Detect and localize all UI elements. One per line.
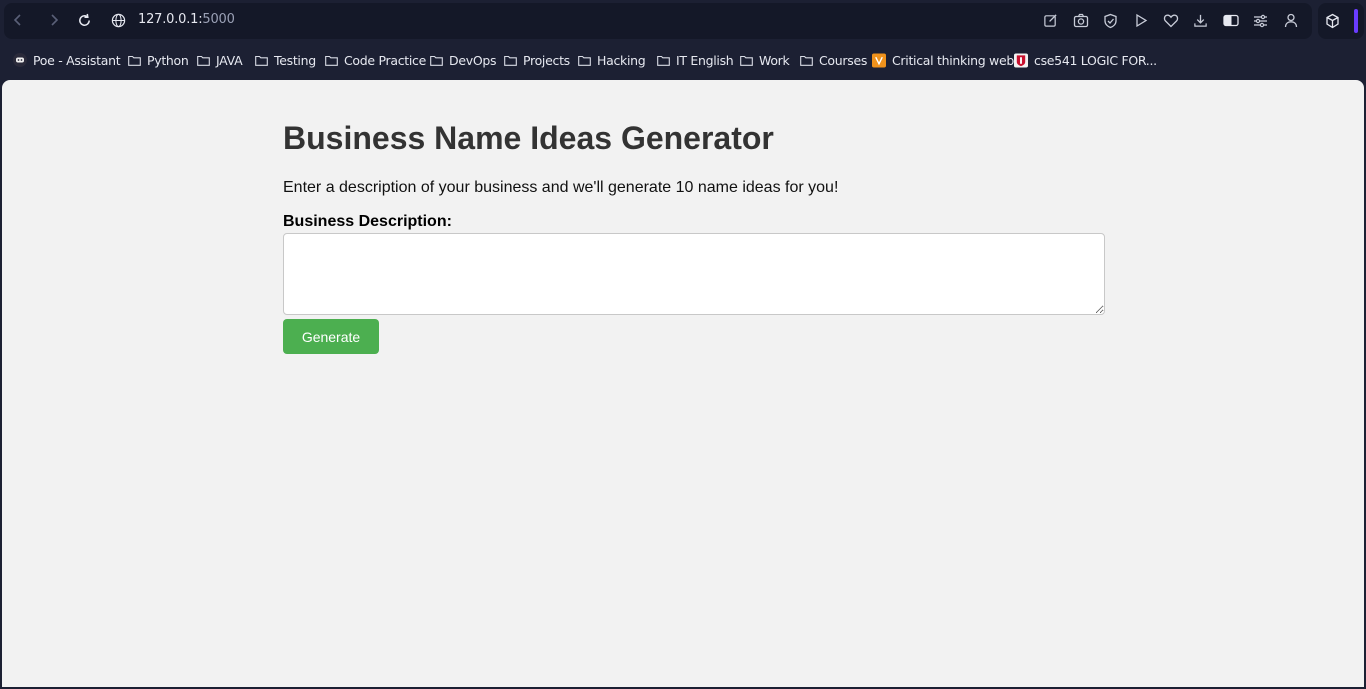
play-icon[interactable] <box>1132 12 1149 29</box>
browser-toolbar: 127.0.0.1:5000 <box>0 0 1366 42</box>
generate-button[interactable]: Generate <box>283 319 379 354</box>
business-description-input[interactable] <box>283 233 1105 315</box>
bookmark-folder-python[interactable]: Python <box>127 52 189 68</box>
bookmark-folder-work[interactable]: Work <box>739 52 790 68</box>
bookmark-label: Testing <box>274 52 316 68</box>
bookmark-label: Hacking <box>597 52 646 68</box>
reload-icon <box>78 13 90 26</box>
bookmark-label: Python <box>147 52 189 68</box>
bookmark-folder-it-english[interactable]: IT English <box>656 52 734 68</box>
folder-icon <box>196 53 210 67</box>
bookmark-label: JAVA <box>216 52 243 68</box>
reload-button[interactable] <box>76 12 92 28</box>
bookmark-poe[interactable]: Poe - Assistant <box>13 52 121 68</box>
business-description-label: Business Description: <box>283 213 452 230</box>
folder-icon <box>577 53 591 67</box>
bookmark-folder-courses[interactable]: Courses <box>799 52 867 68</box>
extensions-cube-icon[interactable] <box>1324 12 1341 29</box>
download-icon[interactable] <box>1192 12 1209 29</box>
folder-icon <box>127 53 141 67</box>
back-arrow-icon <box>13 14 21 26</box>
poe-icon <box>13 53 27 67</box>
bookmark-label: Work <box>759 52 790 68</box>
site-info-button[interactable] <box>110 12 126 28</box>
url-text[interactable]: 127.0.0.1:5000 <box>138 12 235 27</box>
folder-icon <box>503 53 517 67</box>
bookmark-label: Poe - Assistant <box>33 52 121 68</box>
bookmark-folder-code-practice[interactable]: Code Practice <box>324 52 426 68</box>
url-host: 127.0.0.1: <box>138 12 203 27</box>
bookmark-label: Courses <box>819 52 868 68</box>
bookmark-label: Critical thinking web <box>892 52 1015 68</box>
folder-icon <box>429 53 443 67</box>
bookmark-folder-hacking[interactable]: Hacking <box>577 52 646 68</box>
url-port: 5000 <box>202 12 235 27</box>
main-container: Business Name Ideas Generator Enter a de… <box>283 80 1105 354</box>
site-icon-orange <box>872 53 886 67</box>
bookmark-folder-java[interactable]: JAVA <box>196 52 243 68</box>
intro-text: Enter a description of your business and… <box>283 179 839 196</box>
bookmark-label: Code Practice <box>344 52 427 68</box>
site-icon-red <box>1014 53 1028 67</box>
globe-icon <box>111 13 125 27</box>
sidebar-toggle-icon[interactable] <box>1222 12 1239 29</box>
folder-icon <box>799 53 813 67</box>
folder-icon <box>656 53 670 67</box>
folder-icon <box>254 53 268 67</box>
folder-icon <box>739 53 753 67</box>
folder-icon <box>324 53 338 67</box>
heart-icon[interactable] <box>1162 12 1179 29</box>
forward-arrow-icon <box>51 14 59 26</box>
edit-icon[interactable] <box>1042 12 1059 29</box>
forward-button[interactable] <box>46 12 62 28</box>
camera-icon[interactable] <box>1072 12 1089 29</box>
profile-icon[interactable] <box>1282 12 1299 29</box>
page-title: Business Name Ideas Generator <box>283 120 774 156</box>
bookmark-label: DevOps <box>449 52 497 68</box>
bookmark-folder-devops[interactable]: DevOps <box>429 52 497 68</box>
bookmark-folder-projects[interactable]: Projects <box>503 52 570 68</box>
bookmark-label: Projects <box>523 52 570 68</box>
bookmark-label: cse541 LOGIC FOR... <box>1034 52 1157 68</box>
shield-icon[interactable] <box>1102 12 1119 29</box>
back-button[interactable] <box>10 12 26 28</box>
bookmark-critical-thinking[interactable]: Critical thinking web <box>872 52 1014 68</box>
page-viewport: Business Name Ideas Generator Enter a de… <box>2 80 1364 687</box>
accent-bar <box>1354 9 1358 33</box>
bookmark-cse541[interactable]: cse541 LOGIC FOR... <box>1014 52 1157 68</box>
bookmark-label: IT English <box>676 52 734 68</box>
bookmark-folder-testing[interactable]: Testing <box>254 52 316 68</box>
settings-sliders-icon[interactable] <box>1252 12 1269 29</box>
bookmarks-bar: Poe - Assistant Python JAVA Testing Code… <box>0 42 1366 78</box>
